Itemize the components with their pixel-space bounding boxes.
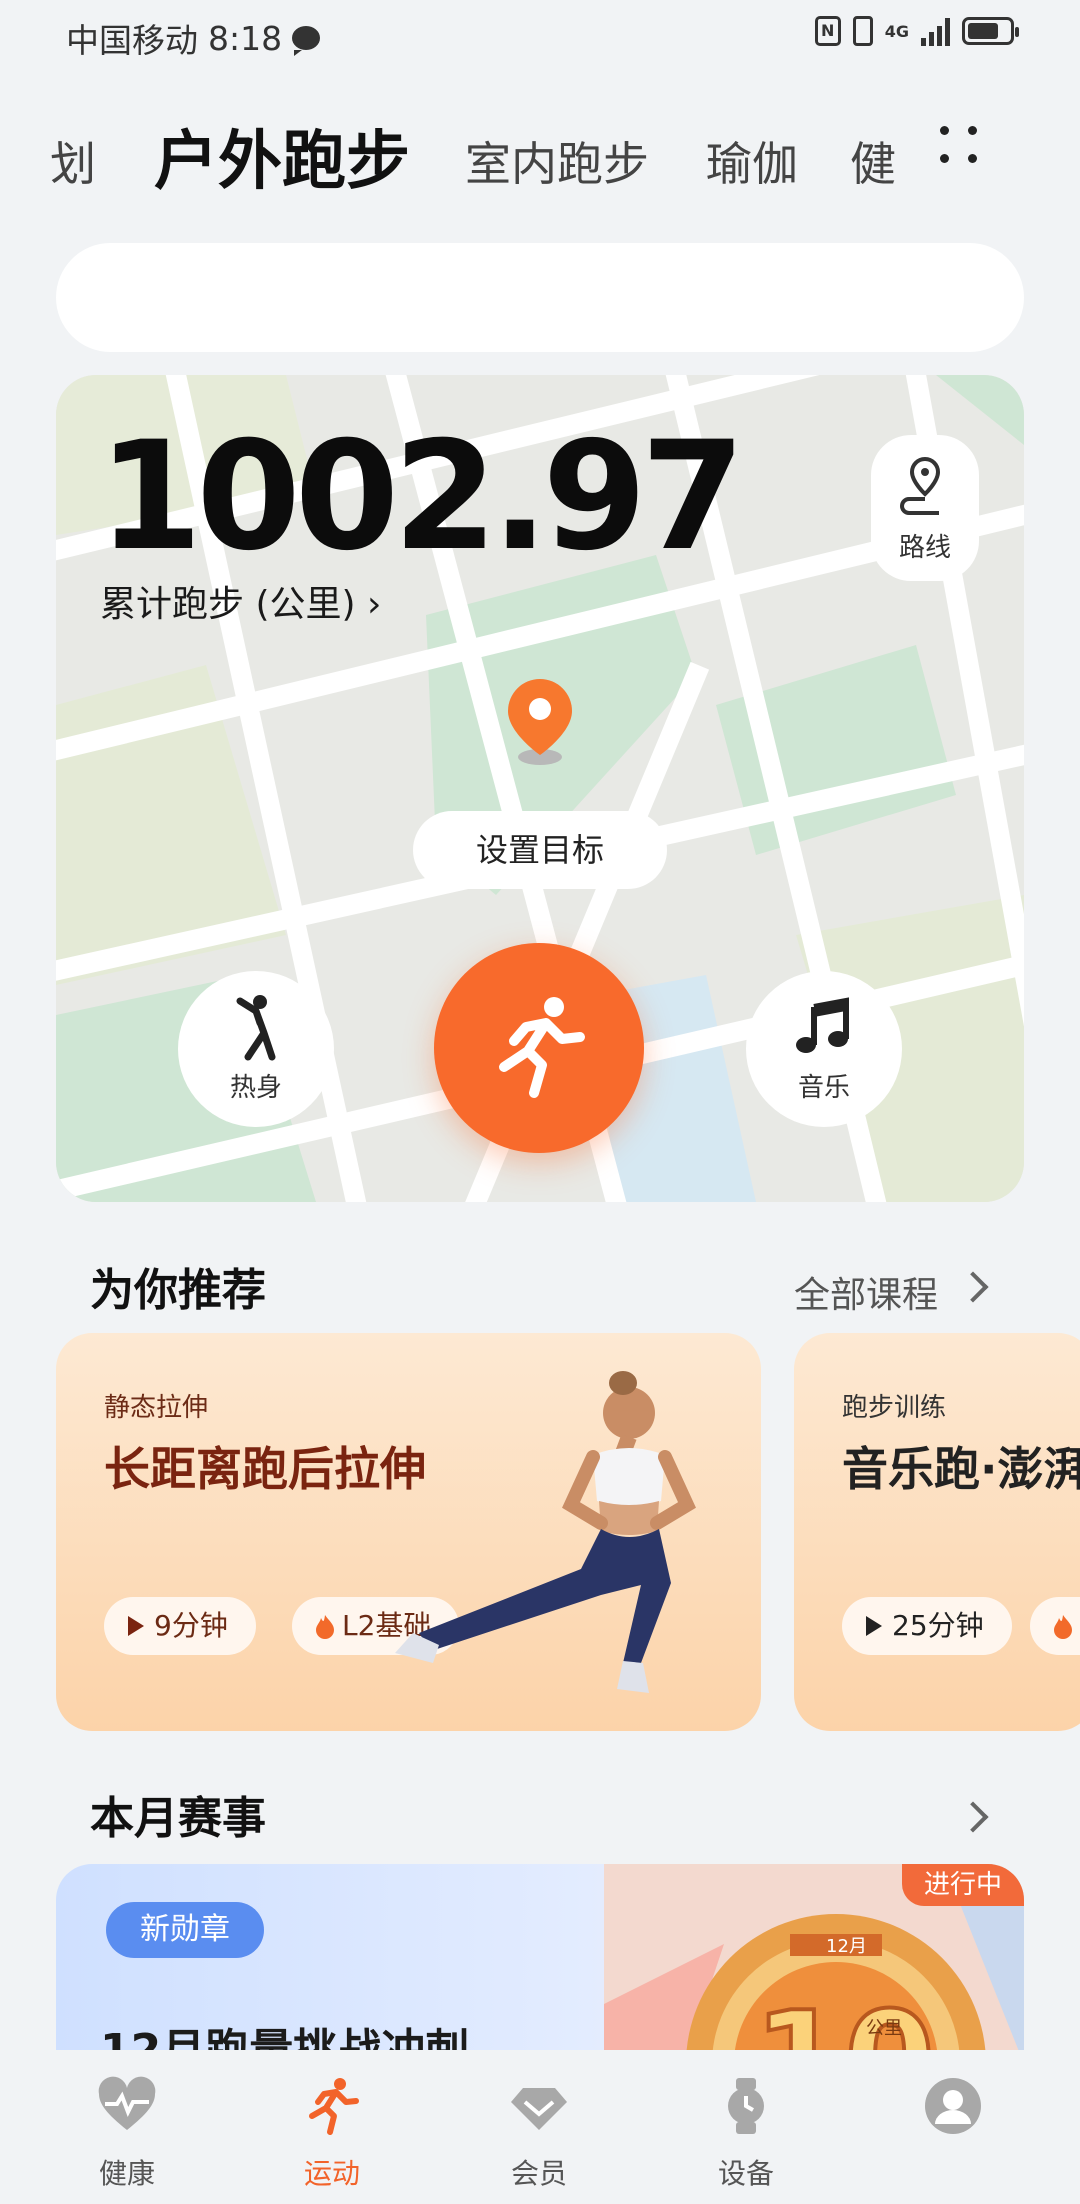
nav-member[interactable]: 会员 (464, 2050, 614, 2204)
location-pin-icon (508, 679, 572, 765)
course-category: 静态拉伸 (104, 1393, 209, 1423)
tab-plan[interactable]: 划 (50, 128, 96, 194)
chevron-right-icon[interactable] (957, 1271, 989, 1303)
course-card[interactable]: 静态拉伸 长距离跑后拉伸 9分钟 L2基础 (56, 1333, 761, 1731)
warmup-icon (236, 995, 276, 1061)
nav-member-label: 会员 (510, 2157, 567, 2190)
duration-label: 9分钟 (154, 1609, 228, 1642)
course-title: 音乐跑·澎湃 (842, 1442, 1080, 1496)
events-title: 本月赛事 (90, 1793, 266, 1844)
status-right: N 4G (814, 16, 1019, 46)
new-medal-badge: 新勋章 (106, 1902, 264, 1958)
status-bar: 中国移动 8:18 N 4G (0, 0, 1080, 66)
play-icon (128, 1616, 144, 1636)
nav-device-label: 设备 (717, 2157, 774, 2190)
start-run-button[interactable] (434, 943, 644, 1153)
bottom-navigation: 健康 运动 会员 设备 (0, 2050, 1080, 2204)
heart-icon (98, 2076, 156, 2130)
watch-icon (728, 2078, 764, 2134)
music-label: 音乐 (797, 1073, 850, 1103)
runner-icon (499, 997, 585, 1098)
course-card[interactable]: 跑步训练 音乐跑·澎湃 25分钟 (794, 1333, 1080, 1731)
warmup-label: 热身 (229, 1073, 282, 1103)
diamond-icon (511, 2088, 567, 2130)
carrier-name: 中国移动 (66, 21, 198, 60)
chevron-right-icon[interactable] (957, 1801, 989, 1833)
nav-sport[interactable]: 运动 (257, 2050, 407, 2204)
message-icon (292, 26, 321, 56)
ongoing-badge: 进行中 (901, 1864, 1024, 1906)
tab-outdoor-run[interactable]: 户外跑步 (154, 110, 410, 202)
medal-month: 12月 (826, 1936, 867, 1957)
total-distance: 1002.97 (98, 410, 745, 584)
duration-chip: 25分钟 (842, 1597, 1012, 1655)
nav-profile[interactable] (878, 2050, 1028, 2204)
flame-icon (1054, 1615, 1072, 1639)
more-tabs-icon[interactable] (936, 122, 984, 170)
map-card: 1002.97 累计跑步 (公里) › 路线 设置目标 热身 音乐 (56, 375, 1024, 1202)
search-bar[interactable] (56, 243, 1024, 352)
nav-sport-label: 运动 (303, 2157, 360, 2190)
avatar-icon (925, 2078, 981, 2134)
recommend-title: 为你推荐 (90, 1265, 266, 1316)
tab-indoor-run[interactable]: 室内跑步 (465, 128, 649, 194)
course-category: 跑步训练 (842, 1393, 947, 1423)
warmup-button[interactable]: 热身 (178, 971, 334, 1127)
runner-icon (309, 2078, 359, 2135)
nav-health-label: 健康 (98, 2157, 155, 2190)
nav-device[interactable]: 设备 (671, 2050, 821, 2204)
route-icon (900, 456, 941, 515)
nfc-icon: N (814, 16, 841, 46)
music-button[interactable]: 音乐 (746, 971, 902, 1127)
level-chip (1030, 1597, 1080, 1655)
sport-tabs: 划 户外跑步 室内跑步 瑜伽 健 (0, 100, 1080, 200)
battery-icon (962, 17, 1019, 45)
status-left: 中国移动 8:18 (66, 14, 321, 62)
tab-yoga[interactable]: 瑜伽 (706, 128, 798, 194)
tab-health[interactable]: 健 (850, 128, 896, 194)
play-icon (866, 1616, 882, 1636)
route-label: 路线 (898, 533, 951, 563)
network-type: 4G (884, 21, 909, 41)
signal-icon (921, 16, 950, 46)
duration-chip: 9分钟 (104, 1597, 256, 1655)
total-distance-label[interactable]: 累计跑步 (公里) › (100, 575, 381, 627)
medal-unit: 公里 (866, 2018, 902, 2039)
clock: 8:18 (208, 18, 283, 58)
nav-health[interactable]: 健康 (52, 2050, 202, 2204)
all-courses-link[interactable]: 全部课程 (794, 1266, 938, 1318)
athlete-image (395, 1371, 696, 1693)
route-button[interactable]: 路线 (871, 435, 979, 581)
duration-label: 25分钟 (892, 1609, 984, 1642)
set-goal-button[interactable]: 设置目标 (413, 811, 667, 889)
vibrate-icon (852, 16, 873, 46)
music-note-icon (796, 997, 849, 1053)
flame-icon (316, 1615, 334, 1639)
